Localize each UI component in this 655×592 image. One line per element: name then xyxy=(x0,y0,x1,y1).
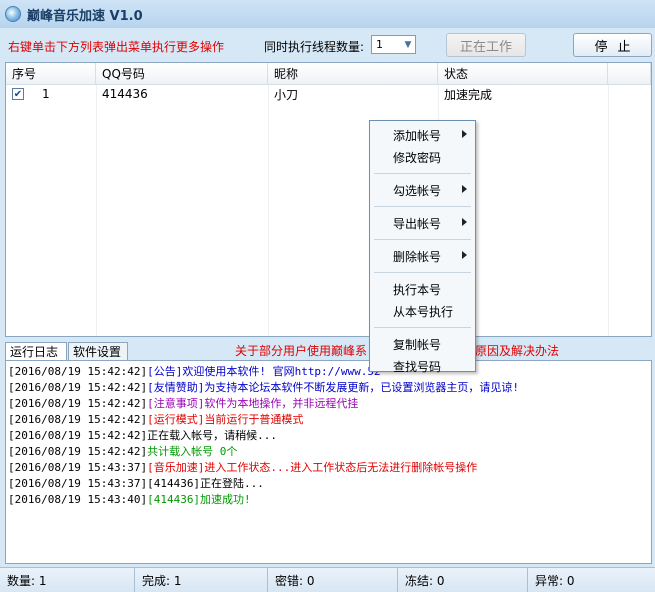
log-message: 共计载入帐号 0个 xyxy=(147,445,238,458)
title-bar: 巅峰音乐加速 V1.0 xyxy=(0,0,655,28)
menu-item-label: 执行本号 xyxy=(393,282,442,297)
row-qq: 414436 xyxy=(102,87,148,101)
status-password-error: 密错: 0 xyxy=(268,568,398,592)
row-index: 1 xyxy=(42,87,50,101)
log-timestamp: [2016/08/19 15:43:37] xyxy=(8,460,148,474)
menu-separator xyxy=(374,327,471,328)
tab-software-settings[interactable]: 软件设置 xyxy=(68,342,128,360)
log-timestamp: [2016/08/19 15:42:42] xyxy=(8,364,148,378)
menu-item[interactable]: 导出帐号 xyxy=(370,212,475,234)
column-header-status[interactable]: 状态 xyxy=(438,63,608,84)
run-log-panel[interactable]: [2016/08/19 15:42:42] [公告]欢迎使用本软件! 官网http… xyxy=(5,360,652,564)
log-message: [公告]欢迎使用本软件! 官网http://www.52 xyxy=(147,365,381,378)
status-done: 完成: 1 xyxy=(135,568,268,592)
chevron-right-icon xyxy=(462,251,467,259)
notice-text-head: 关于部分用户使用巅峰系 xyxy=(235,344,368,358)
app-logo-icon xyxy=(5,6,21,22)
log-timestamp: [2016/08/19 15:42:42] xyxy=(8,380,148,394)
menu-item-label: 查找号码 xyxy=(393,359,442,374)
menu-separator xyxy=(374,239,471,240)
log-line: [2016/08/19 15:42:42] 正在载入帐号，请稍候... xyxy=(8,427,651,443)
thread-count-value: 1 xyxy=(376,38,383,51)
log-timestamp: [2016/08/19 15:43:37] xyxy=(8,476,148,490)
tab-strip: 运行日志 软件设置 关于部分用户使用巅峰系 原因及解决办法 xyxy=(5,340,652,360)
menu-item-label: 添加帐号 xyxy=(393,128,442,143)
log-message: [注意事项]软件为本地操作，并非远程代挂 xyxy=(147,397,359,410)
tab-run-log[interactable]: 运行日志 xyxy=(5,342,67,360)
toolbar: 右键单击下方列表弹出菜单执行更多操作 同时执行线程数量: 1 ▼ 正在工作 停止 xyxy=(0,28,655,62)
column-divider xyxy=(608,85,609,336)
log-line: [2016/08/19 15:43:37] [音乐加速]进入工作状态...进入工作… xyxy=(8,459,651,475)
log-timestamp: [2016/08/19 15:42:42] xyxy=(8,428,148,442)
log-message: [414436]正在登陆... xyxy=(147,477,264,490)
notice-text-tail: 原因及解决办法 xyxy=(475,344,560,358)
menu-item[interactable]: 从本号执行 xyxy=(370,300,475,322)
column-header-qq[interactable]: QQ号码 xyxy=(96,63,268,84)
log-message: [音乐加速]进入工作状态...进入工作状态后无法进行删除帐号操作 xyxy=(147,461,478,474)
menu-item[interactable]: 添加帐号 xyxy=(370,124,475,146)
menu-separator xyxy=(374,173,471,174)
log-line: [2016/08/19 15:43:40] [414436]加速成功! xyxy=(8,491,651,507)
log-line: [2016/08/19 15:42:42] [注意事项]软件为本地操作，并非远程代… xyxy=(8,395,651,411)
account-table[interactable]: 序号 QQ号码 昵称 状态 ✔ 1 414436 小刀 加速完成 xyxy=(5,62,652,337)
menu-item[interactable]: 执行本号 xyxy=(370,278,475,300)
stop-button[interactable]: 停止 xyxy=(573,33,652,57)
right-click-hint: 右键单击下方列表弹出菜单执行更多操作 xyxy=(8,40,225,54)
column-header-empty xyxy=(608,63,651,84)
chevron-right-icon xyxy=(462,218,467,226)
table-header: 序号 QQ号码 昵称 状态 xyxy=(6,63,651,85)
status-error: 异常: 0 xyxy=(535,573,575,588)
log-line: [2016/08/19 15:42:42] [运行模式]当前运行于普通模式 xyxy=(8,411,651,427)
log-line: [2016/08/19 15:43:37] [414436]正在登陆... xyxy=(8,475,651,491)
menu-item-label: 删除帐号 xyxy=(393,249,442,264)
thread-count-label: 同时执行线程数量: xyxy=(264,40,365,54)
chevron-right-icon xyxy=(462,185,467,193)
table-row[interactable]: ✔ 1 414436 小刀 加速完成 xyxy=(6,85,651,103)
menu-separator xyxy=(374,272,471,273)
column-header-nickname[interactable]: 昵称 xyxy=(268,63,438,84)
column-header-index[interactable]: 序号 xyxy=(6,63,96,84)
status-frozen: 冻结: 0 xyxy=(398,568,528,592)
menu-item-label: 修改密码 xyxy=(393,150,442,165)
context-menu: 添加帐号修改密码勾选帐号导出帐号删除帐号执行本号从本号执行复制帐号查找号码 xyxy=(369,120,476,374)
log-message: [运行模式]当前运行于普通模式 xyxy=(147,413,304,426)
chevron-right-icon xyxy=(462,130,467,138)
status-bar: 数量: 1 完成: 1 密错: 0 冻结: 0 异常: 0 xyxy=(0,567,655,592)
log-message: [414436]加速成功! xyxy=(147,493,251,506)
row-status: 加速完成 xyxy=(444,87,493,102)
window-title: 巅峰音乐加速 V1.0 xyxy=(27,8,143,24)
row-nickname: 小刀 xyxy=(274,87,299,102)
menu-item[interactable]: 勾选帐号 xyxy=(370,179,475,201)
menu-item[interactable]: 删除帐号 xyxy=(370,245,475,267)
log-message: 正在载入帐号，请稍候... xyxy=(147,429,277,442)
menu-item-label: 复制帐号 xyxy=(393,337,442,352)
status-count: 数量: 1 xyxy=(0,568,135,592)
log-timestamp: [2016/08/19 15:42:42] xyxy=(8,412,148,426)
thread-count-select[interactable]: 1 ▼ xyxy=(371,35,416,54)
menu-item[interactable]: 复制帐号 xyxy=(370,333,475,355)
log-message: [友情赞助]为支持本论坛本软件不断发展更新，已设置浏览器主页，请见谅! xyxy=(147,381,519,394)
log-timestamp: [2016/08/19 15:43:40] xyxy=(8,492,148,506)
column-divider xyxy=(268,85,269,336)
column-divider xyxy=(96,85,97,336)
menu-item-label: 导出帐号 xyxy=(393,216,442,231)
menu-item[interactable]: 修改密码 xyxy=(370,146,475,168)
row-checkbox[interactable]: ✔ xyxy=(12,88,24,100)
working-button[interactable]: 正在工作 xyxy=(446,33,526,57)
log-timestamp: [2016/08/19 15:42:42] xyxy=(8,396,148,410)
menu-item-label: 勾选帐号 xyxy=(393,183,442,198)
log-line: [2016/08/19 15:42:42] [友情赞助]为支持本论坛本软件不断发展… xyxy=(8,379,651,395)
chevron-down-icon[interactable]: ▼ xyxy=(401,36,415,53)
log-timestamp: [2016/08/19 15:42:42] xyxy=(8,444,148,458)
menu-item[interactable]: 查找号码 xyxy=(370,355,475,377)
menu-item-label: 从本号执行 xyxy=(393,304,454,319)
log-line: [2016/08/19 15:42:42] 共计载入帐号 0个 xyxy=(8,443,651,459)
row-index-cell: ✔ 1 xyxy=(6,87,96,101)
menu-separator xyxy=(374,206,471,207)
log-line: [2016/08/19 15:42:42] [公告]欢迎使用本软件! 官网http… xyxy=(8,363,651,379)
